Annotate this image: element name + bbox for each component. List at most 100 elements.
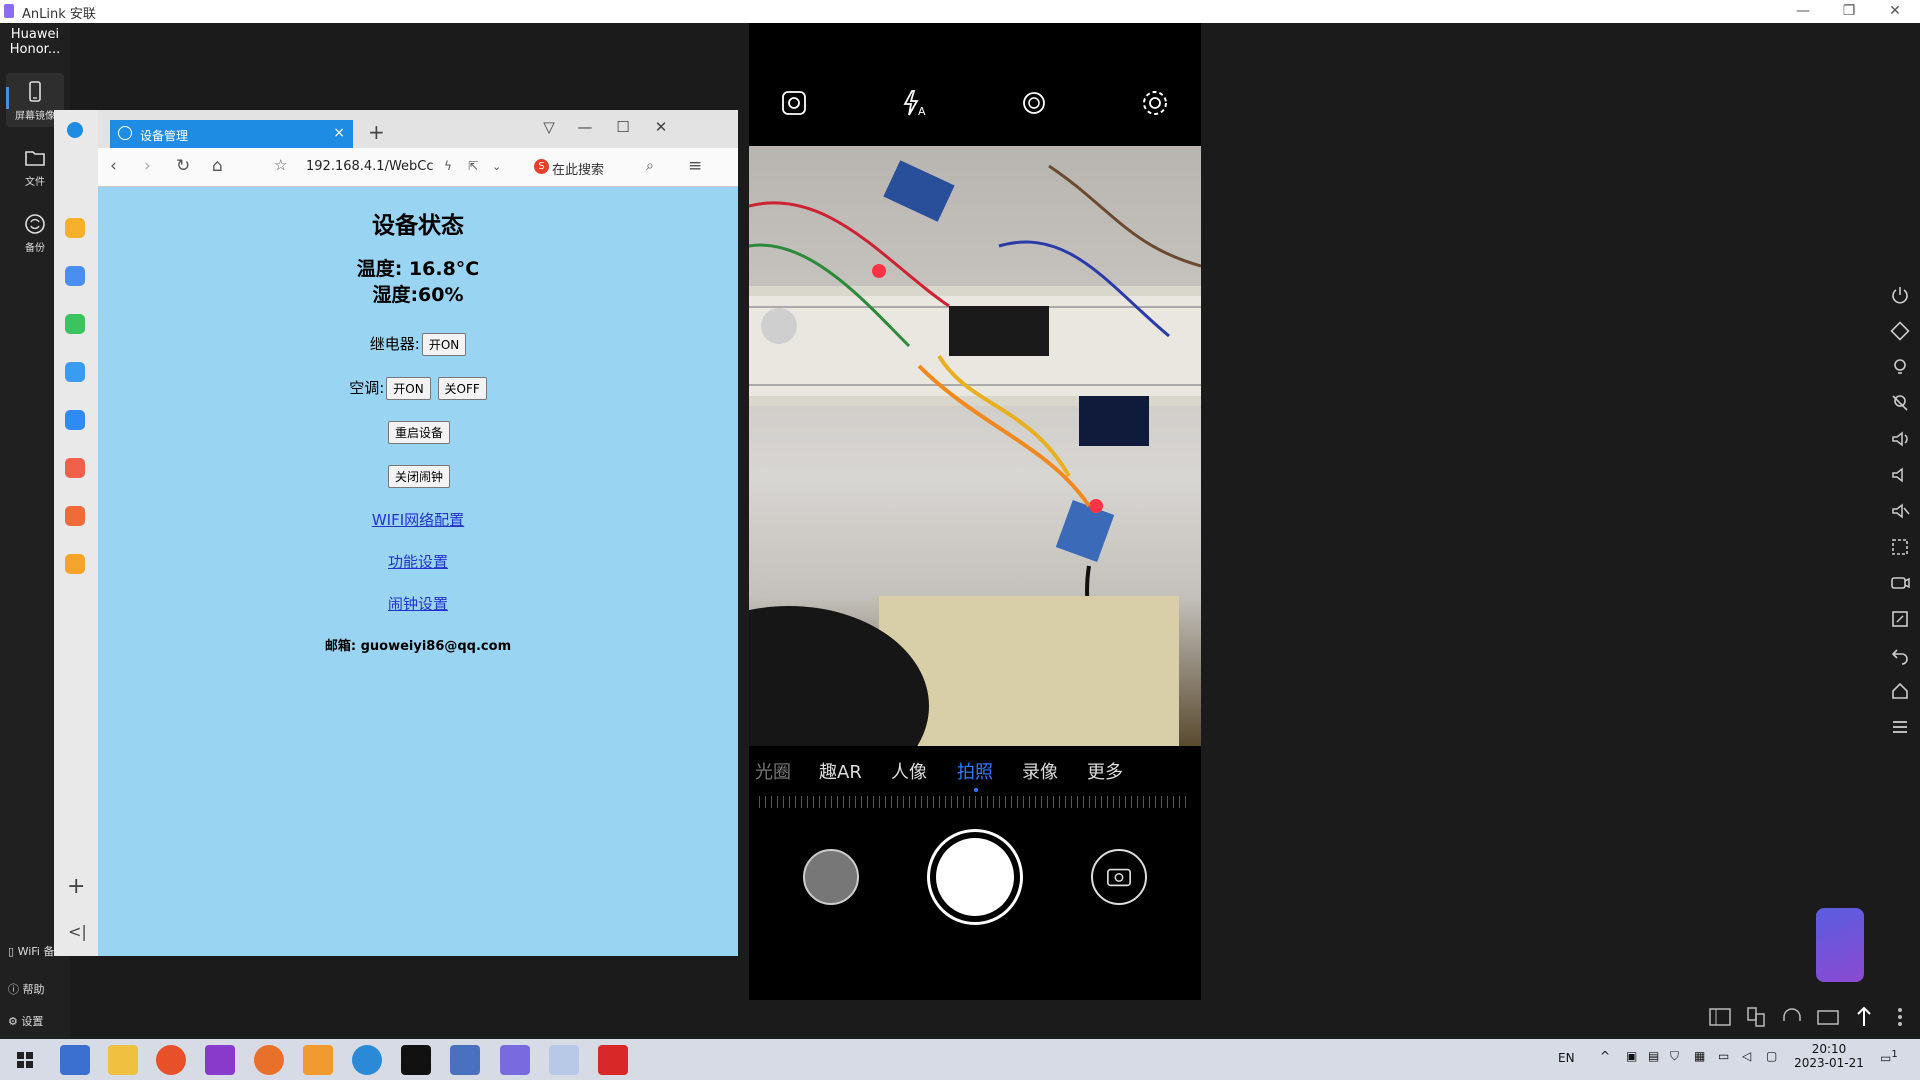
home-icon[interactable]: ⌂	[212, 156, 223, 176]
collapse-sidebar-icon[interactable]: <|	[68, 922, 87, 941]
light-off-icon[interactable]	[1889, 392, 1911, 414]
mode-ar[interactable]: 趣AR	[819, 758, 862, 784]
shield-icon[interactable]: ⛉	[1670, 1049, 1679, 1064]
volume-up-icon[interactable]	[1889, 428, 1911, 450]
search-tool-icon[interactable]	[65, 554, 85, 574]
rotate-icon[interactable]	[1889, 320, 1911, 342]
anlink-floating-logo-icon[interactable]	[1816, 908, 1864, 982]
shutter-button[interactable]	[927, 829, 1023, 925]
back-icon[interactable]: ‹	[110, 156, 117, 176]
headphone-icon[interactable]	[1778, 1003, 1806, 1031]
screenshot-icon[interactable]	[1889, 536, 1911, 558]
power-icon[interactable]	[1889, 284, 1911, 306]
tray-expand-icon[interactable]: ^	[1600, 1049, 1610, 1063]
taskbar-app-icon[interactable]	[60, 1045, 90, 1075]
ac-on-button[interactable]: 开ON	[386, 377, 431, 400]
menu-icon[interactable]: ≡	[688, 156, 702, 176]
camera-settings-icon[interactable]	[1140, 88, 1170, 118]
file-explorer-icon[interactable]	[108, 1045, 138, 1075]
windows-start-icon[interactable]	[10, 1045, 40, 1075]
add-sidebar-icon[interactable]: +	[67, 874, 85, 899]
browser-taskbar-icon[interactable]	[549, 1045, 579, 1075]
wechat-icon[interactable]	[65, 314, 85, 334]
ai-mode-icon[interactable]	[1019, 88, 1049, 118]
translate-icon[interactable]	[65, 362, 85, 382]
pdf-icon[interactable]	[65, 506, 85, 526]
search-input[interactable]: 在此搜索	[552, 159, 604, 178]
transfer-icon[interactable]	[1742, 1003, 1770, 1031]
notification-icon[interactable]: ▭1	[1880, 1049, 1898, 1065]
mode-photo[interactable]: 拍照	[957, 758, 993, 784]
settings-button[interactable]: ⚙ 设置	[8, 1013, 43, 1029]
anlink-taskbar-icon[interactable]	[500, 1045, 530, 1075]
sogou-search-icon[interactable]: S	[534, 159, 549, 174]
pin-icon[interactable]	[1850, 1003, 1878, 1031]
network-icon[interactable]: ▭	[1718, 1049, 1729, 1063]
taskbar-app-icon[interactable]	[352, 1045, 382, 1075]
browser-minimize-button[interactable]: —	[570, 118, 600, 136]
mode-video[interactable]: 录像	[1022, 758, 1058, 784]
mode-aperture[interactable]: 光圈	[755, 758, 791, 784]
more-icon[interactable]	[1886, 1003, 1914, 1031]
help-button[interactable]: ⓘ 帮助	[8, 981, 45, 997]
reload-icon[interactable]: ↻	[176, 156, 190, 176]
minimize-button[interactable]: —	[1780, 0, 1826, 23]
wifi-status[interactable]: ▯ WiFi 备	[8, 943, 54, 959]
back-nav-icon[interactable]	[1889, 644, 1911, 666]
browser-logo-icon[interactable]	[67, 122, 83, 138]
address-bar[interactable]: 192.168.4.1/WebCc	[306, 159, 438, 174]
new-tab-button[interactable]: +	[368, 120, 385, 144]
function-settings-link[interactable]: 功能设置	[98, 551, 738, 572]
mode-more[interactable]: 更多	[1087, 758, 1123, 784]
wifi-config-link[interactable]: WIFI网络配置	[98, 509, 738, 530]
browser-close-button[interactable]: ✕	[646, 118, 676, 136]
atk-icon[interactable]	[598, 1045, 628, 1075]
light-on-icon[interactable]	[1889, 356, 1911, 378]
tray-app-icon[interactable]: ▤	[1648, 1049, 1659, 1063]
record-icon[interactable]	[1889, 572, 1911, 594]
tray-app-icon[interactable]: ▣	[1626, 1049, 1637, 1063]
flash-auto-icon[interactable]: A	[899, 88, 929, 118]
terminal-icon[interactable]	[401, 1045, 431, 1075]
ime-indicator[interactable]: EN	[1558, 1051, 1575, 1065]
firefox-dev-icon[interactable]	[254, 1045, 284, 1075]
tray-app-icon[interactable]: ▦	[1694, 1049, 1705, 1063]
cloud-icon[interactable]	[65, 410, 85, 430]
history-icon[interactable]	[65, 266, 85, 286]
zoom-ruler[interactable]	[759, 796, 1191, 808]
switch-camera-icon[interactable]	[1091, 849, 1147, 905]
volume-down-icon[interactable]	[1889, 464, 1911, 486]
taskbar-app-icon[interactable]	[450, 1045, 480, 1075]
tab-device-management[interactable]: 设备管理 ×	[110, 120, 353, 148]
skin-icon[interactable]: ▽	[534, 118, 564, 136]
browser-maximize-button[interactable]: ☐	[608, 118, 638, 136]
alarm-off-button[interactable]: 关闭闹钟	[387, 465, 450, 488]
volume-icon[interactable]: ◁	[1742, 1049, 1751, 1063]
forward-icon[interactable]: ›	[144, 156, 151, 176]
firefox-icon[interactable]	[156, 1045, 186, 1075]
favorites-icon[interactable]	[65, 218, 85, 238]
taskbar-app-icon[interactable]	[205, 1045, 235, 1075]
clock[interactable]: 20:10 2023-01-21	[1794, 1042, 1864, 1070]
close-tab-icon[interactable]: ×	[333, 125, 345, 141]
search-icon[interactable]: ⌕	[646, 158, 654, 174]
mode-portrait[interactable]: 人像	[891, 758, 927, 784]
camera-viewfinder[interactable]	[749, 146, 1201, 746]
ai-lens-icon[interactable]	[779, 88, 809, 118]
display-icon[interactable]: ▢	[1766, 1049, 1777, 1063]
restore-button[interactable]: ❐	[1826, 0, 1872, 23]
alarm-settings-link[interactable]: 闹钟设置	[98, 593, 738, 614]
keyboard-icon[interactable]	[1814, 1003, 1842, 1031]
ac-off-button[interactable]: 关OFF	[437, 377, 487, 400]
bolt-icon[interactable]: ϟ	[444, 159, 452, 173]
share-icon[interactable]: ⇱	[468, 159, 478, 173]
taskbar-app-icon[interactable]	[303, 1045, 333, 1075]
star-icon[interactable]: ☆	[274, 156, 287, 174]
dropdown-icon[interactable]: ⌄	[492, 160, 501, 173]
mute-icon[interactable]	[1889, 500, 1911, 522]
crop-icon[interactable]	[1889, 608, 1911, 630]
relay-on-button[interactable]: 开ON	[421, 333, 467, 356]
close-button[interactable]: ✕	[1872, 0, 1918, 23]
layout-icon[interactable]	[1706, 1003, 1734, 1031]
menu-nav-icon[interactable]	[1889, 716, 1911, 738]
